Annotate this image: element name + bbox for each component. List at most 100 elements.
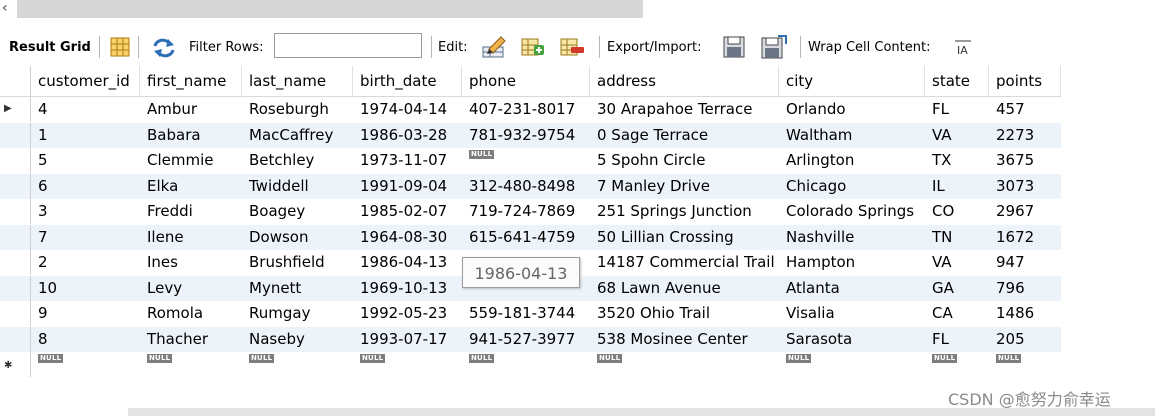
wrap-icon[interactable]: IA [954,40,972,60]
cell-city[interactable]: Arlington [779,148,925,173]
cell-address[interactable]: 3520 Ohio Trail [590,301,779,326]
cell-phone[interactable]: 615-641-4759 [462,225,590,250]
table-row[interactable]: ▶ 4 Ambur Roseburgh 1974-04-14 407-231-8017 30… [0,97,1061,122]
table-row[interactable]: 5 Clemmie Betchley 1973-11-07 NULL 5 Spohn Ci… [0,148,1061,173]
column-header-customer-id[interactable]: customer_id [31,66,140,96]
cell-first-name[interactable]: Romola [140,301,242,326]
cell-birth-date[interactable]: 1986-03-28 [353,123,462,148]
cell-last-name[interactable]: Mynett [242,276,353,301]
row-gutter[interactable] [0,275,31,301]
cell-points[interactable]: NULL [989,352,1061,377]
cell-address[interactable]: 251 Springs Junction [590,199,779,224]
table-row[interactable]: 6 Elka Twiddell 1991-09-04 312-480-8498 7 Man… [0,173,1061,199]
cell-customer-id[interactable]: NULL [31,352,140,377]
row-gutter[interactable]: ✱ [0,352,31,377]
cell-city[interactable]: Colorado Springs [779,199,925,224]
cell-city[interactable]: NULL [779,352,925,377]
cell-customer-id[interactable]: 10 [31,276,140,301]
cell-phone[interactable]: 719-724-7869 [462,199,590,224]
cell-last-name[interactable]: Boagey [242,199,353,224]
column-header-address[interactable]: address [590,66,779,96]
cell-state[interactable]: VA [925,250,989,275]
delete-row-icon[interactable] [559,36,585,62]
cell-points[interactable]: 457 [989,97,1061,122]
cell-phone[interactable]: 407-231-8017 [462,97,590,122]
column-header-city[interactable]: city [779,66,925,96]
cell-city[interactable]: Waltham [779,123,925,148]
edit-pencil-icon[interactable] [481,35,507,63]
cell-phone[interactable]: 312-480-8498 [462,174,590,199]
cell-state[interactable]: FL [925,327,989,352]
cell-first-name[interactable]: Ambur [140,97,242,122]
column-header-points[interactable]: points [989,66,1061,96]
cell-phone[interactable]: 559-181-3744 [462,301,590,326]
cell-customer-id[interactable]: 5 [31,148,140,173]
cell-state[interactable]: TN [925,225,989,250]
scrollbar-thumb[interactable] [17,0,643,18]
filter-rows-input[interactable] [274,33,422,58]
grid-icon[interactable] [110,37,130,61]
cell-points[interactable]: 1486 [989,301,1061,326]
cell-first-name[interactable]: Clemmie [140,148,242,173]
cell-state[interactable]: FL [925,97,989,122]
cell-phone[interactable]: NULL [462,352,590,377]
cell-address[interactable]: 0 Sage Terrace [590,123,779,148]
cell-birth-date[interactable]: 1986-04-13 [353,250,462,275]
cell-address[interactable]: 5 Spohn Circle [590,148,779,173]
cell-points[interactable]: 2967 [989,199,1061,224]
row-gutter[interactable] [0,199,31,224]
cell-last-name[interactable]: Rumgay [242,301,353,326]
cell-birth-date[interactable]: 1973-11-07 [353,148,462,173]
cell-birth-date[interactable]: NULL [353,352,462,377]
table-row[interactable]: 9 Romola Rumgay 1992-05-23 559-181-3744 3520 … [0,301,1061,326]
cell-first-name[interactable]: Levy [140,276,242,301]
cell-address[interactable]: 538 Mosinee Center [590,327,779,352]
row-gutter[interactable] [0,250,31,275]
cell-first-name[interactable]: Freddi [140,199,242,224]
cell-birth-date[interactable]: 1974-04-14 [353,97,462,122]
column-header-birth-date[interactable]: birth_date [353,66,462,96]
export-icon[interactable] [722,35,746,63]
cell-first-name[interactable]: Ilene [140,225,242,250]
cell-customer-id[interactable]: 6 [31,174,140,199]
cell-last-name[interactable]: MacCaffrey [242,123,353,148]
cell-address[interactable]: 68 Lawn Avenue [590,276,779,301]
import-icon[interactable] [760,34,788,64]
table-row[interactable]: 8 Thacher Naseby 1993-07-17 941-527-3977 538 … [0,326,1061,352]
cell-last-name[interactable]: Roseburgh [242,97,353,122]
cell-customer-id[interactable]: 7 [31,225,140,250]
cell-last-name[interactable]: NULL [242,352,353,377]
cell-customer-id[interactable]: 8 [31,327,140,352]
cell-last-name[interactable]: Betchley [242,148,353,173]
cell-state[interactable]: IL [925,174,989,199]
cell-birth-date[interactable]: 1992-05-23 [353,301,462,326]
cell-birth-date[interactable]: 1993-07-17 [353,327,462,352]
cell-customer-id[interactable]: 2 [31,250,140,275]
scroll-left-icon[interactable]: ‹ [2,1,8,15]
cell-points[interactable]: 1672 [989,225,1061,250]
cell-customer-id[interactable]: 1 [31,123,140,148]
horizontal-scrollbar-top[interactable]: ‹ [0,0,1155,19]
cell-first-name[interactable]: NULL [140,352,242,377]
cell-phone[interactable]: NULL [462,148,590,173]
column-header-last-name[interactable]: last_name [242,66,353,96]
cell-last-name[interactable]: Twiddell [242,174,353,199]
cell-points[interactable]: 796 [989,276,1061,301]
cell-phone[interactable]: 941-527-3977 [462,327,590,352]
row-gutter[interactable] [0,173,31,199]
add-row-icon[interactable] [520,36,546,62]
cell-address[interactable]: 14187 Commercial Trail [590,250,779,275]
cell-birth-date[interactable]: 1969-10-13 [353,276,462,301]
cell-state[interactable]: TX [925,148,989,173]
column-header-state[interactable]: state [925,66,989,96]
cell-state[interactable]: CA [925,301,989,326]
cell-city[interactable]: Chicago [779,174,925,199]
cell-birth-date[interactable]: 1964-08-30 [353,225,462,250]
cell-address[interactable]: NULL [590,352,779,377]
cell-address[interactable]: 50 Lillian Crossing [590,225,779,250]
cell-address[interactable]: 30 Arapahoe Terrace [590,97,779,122]
cell-city[interactable]: Hampton [779,250,925,275]
row-gutter[interactable] [0,224,31,250]
column-header-phone[interactable]: phone [462,66,590,96]
cell-last-name[interactable]: Dowson [242,225,353,250]
